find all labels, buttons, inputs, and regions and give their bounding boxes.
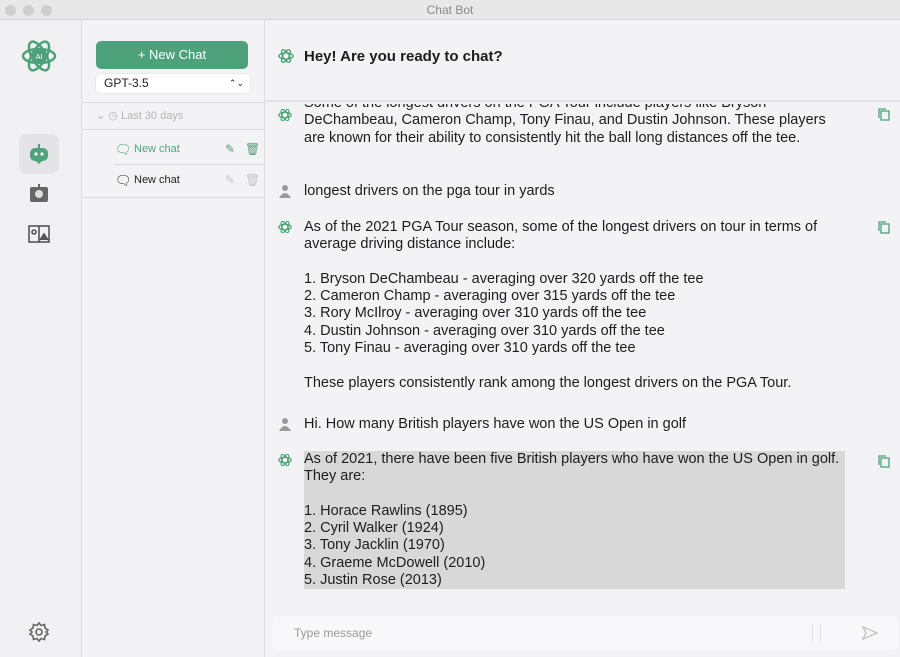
user-message: Hi. How many British players have won th…: [304, 416, 687, 432]
chat-header: Hey! Are you ready to chat?: [265, 20, 900, 102]
chat-sidebar: + New Chat GPT-3.5 ⌃⌄ ⌄ ◷ Last 30 days 🗨 …: [82, 20, 265, 657]
group-label: Last 30 days: [120, 110, 184, 122]
icon-rail: AI: [0, 20, 82, 657]
chat-main: Hey! Are you ready to chat? Some of the …: [265, 20, 900, 657]
chat-list-item[interactable]: 🗨 New chat ✎ 🗑: [115, 134, 265, 165]
divider: [82, 197, 265, 198]
ai-logo-icon: AI: [19, 36, 59, 76]
assistant-avatar-icon: [278, 220, 292, 234]
new-chat-button[interactable]: + New Chat: [96, 41, 248, 69]
model-value: GPT-3.5: [104, 76, 149, 90]
settings-gear-icon[interactable]: [19, 612, 59, 652]
chat-label: New chat: [134, 143, 180, 155]
copy-icon[interactable]: [878, 455, 890, 468]
assistant-avatar-icon: [278, 108, 292, 122]
group-last-30-days[interactable]: ⌄ ◷ Last 30 days: [82, 102, 265, 130]
user-avatar-icon: [279, 418, 291, 431]
ai-logo-icon: [278, 48, 294, 64]
user-message: longest drivers on the pga tour in yards: [304, 183, 555, 199]
trash-icon[interactable]: 🗑: [245, 134, 260, 165]
copy-icon[interactable]: [878, 221, 890, 234]
assistant-avatar-icon: [278, 453, 292, 467]
chat-label: New chat: [134, 174, 180, 186]
model-select[interactable]: GPT-3.5 ⌃⌄: [96, 74, 250, 93]
chevron-down-icon: ⌄: [96, 110, 106, 122]
title-bar: Chat Bot: [0, 0, 900, 20]
image-book-nav-icon[interactable]: [19, 214, 59, 254]
message-list[interactable]: Some of the longest drivers on the PGA T…: [265, 104, 900, 614]
chat-bubble-icon: 🗨: [115, 173, 132, 188]
select-arrows-icon: ⌃⌄: [228, 78, 244, 88]
zoom-window-button[interactable]: [41, 5, 52, 16]
edit-icon[interactable]: ✎: [225, 134, 235, 165]
chatbot-nav-icon[interactable]: [19, 134, 59, 174]
trash-icon[interactable]: 🗑: [245, 165, 260, 196]
svg-text:AI: AI: [36, 54, 43, 61]
assistant-message: Some of the longest drivers on the PGA T…: [304, 104, 826, 146]
robot-image-nav-icon[interactable]: [19, 174, 59, 214]
assistant-message: As of the 2021 PGA Tour season, some of …: [304, 219, 818, 391]
message-input[interactable]: Type message: [272, 616, 898, 650]
send-icon[interactable]: [862, 626, 878, 640]
window-title: Chat Bot: [426, 3, 474, 17]
clock-icon: ◷: [108, 110, 118, 122]
message-placeholder: Type message: [294, 626, 373, 640]
chat-bubble-icon: 🗨: [115, 142, 132, 157]
close-window-button[interactable]: [5, 5, 16, 16]
edit-icon[interactable]: ✎: [225, 165, 235, 196]
copy-icon[interactable]: [878, 108, 890, 121]
user-avatar-icon: [279, 185, 291, 198]
page-title: Hey! Are you ready to chat?: [304, 48, 503, 65]
assistant-message-selected: As of 2021, there have been five British…: [304, 451, 845, 590]
divider: [812, 624, 813, 642]
divider: [820, 624, 821, 642]
chat-list-item[interactable]: 🗨 New chat ✎ 🗑: [115, 165, 265, 196]
minimize-window-button[interactable]: [23, 5, 34, 16]
